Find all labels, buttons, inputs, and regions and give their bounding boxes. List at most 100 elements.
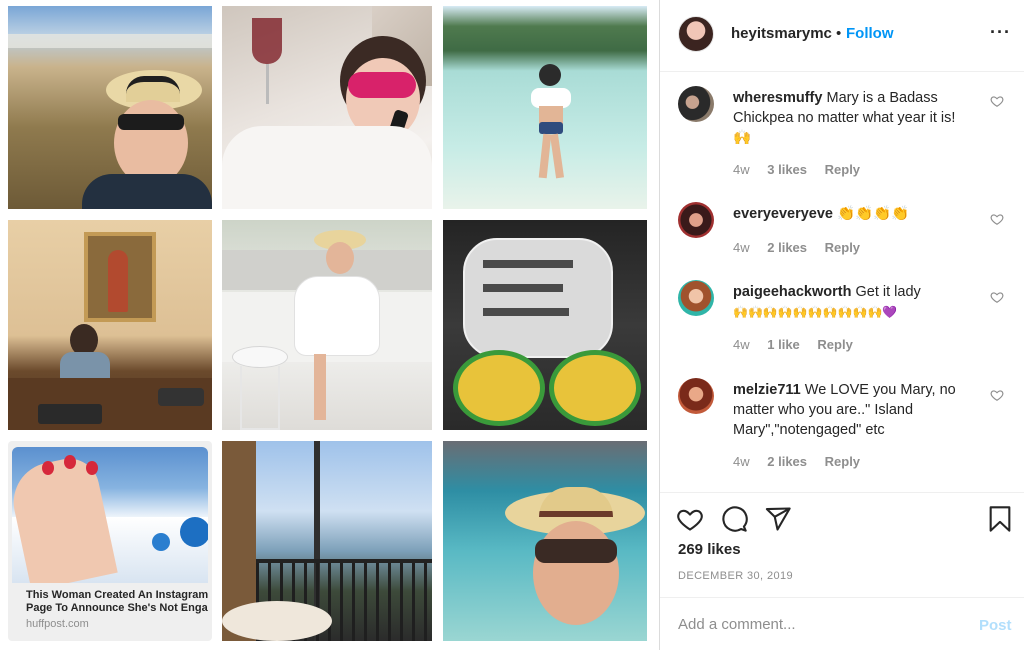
preview-title: This Woman Created An Instagram Page To … <box>26 589 212 615</box>
snorkel-head <box>539 64 561 86</box>
checklist-cookie <box>463 238 613 358</box>
village-strip <box>8 34 212 48</box>
comment-meta: 4w 3 likes Reply <box>733 162 874 177</box>
comment-likes[interactable]: 2 likes <box>767 240 807 255</box>
like-comment-heart-icon[interactable] <box>990 212 1004 226</box>
face <box>533 521 619 625</box>
commenter-avatar[interactable] <box>678 378 714 414</box>
wine-glass <box>252 18 282 64</box>
commenter-avatar[interactable] <box>678 86 714 122</box>
stool-legs <box>240 366 280 430</box>
taco-cookie-1 <box>453 350 545 426</box>
white-dress <box>294 276 380 356</box>
bikini <box>539 122 563 134</box>
like-comment-heart-icon[interactable] <box>990 388 1004 402</box>
comment-age: 4w <box>733 240 750 255</box>
cookie-line-3 <box>483 308 569 316</box>
commenter-username[interactable]: everyeveryeve <box>733 206 833 222</box>
comment-likes[interactable]: 1 like <box>767 337 800 352</box>
share-paper-plane-icon[interactable] <box>764 505 792 533</box>
nail-2 <box>64 455 76 469</box>
comment-age: 4w <box>733 454 750 469</box>
wine-stem <box>266 64 269 104</box>
comment-body: melzie711 We LOVE you Mary, no matter wh… <box>733 380 973 440</box>
save-bookmark-icon[interactable] <box>986 505 1014 533</box>
add-comment-bar: Post <box>660 597 1024 650</box>
photo-bath-wine[interactable] <box>222 6 432 209</box>
comment-meta: 4w 2 likes Reply <box>733 454 874 469</box>
cookie-line-2 <box>483 284 563 292</box>
leg <box>314 354 326 420</box>
more-options-icon[interactable]: ··· <box>990 22 1012 42</box>
post-comment-button[interactable]: Post <box>979 617 1012 634</box>
header-separator: • <box>836 25 842 42</box>
author-avatar[interactable] <box>678 16 714 52</box>
desk-seal <box>38 404 102 424</box>
comment-age: 4w <box>733 162 750 177</box>
add-comment-input[interactable] <box>678 616 958 633</box>
preview-image <box>12 447 208 583</box>
sunglasses <box>535 539 617 563</box>
stool-seat <box>232 346 288 368</box>
post-date: DECEMBER 30, 2019 <box>678 570 794 582</box>
photo-sea-selfie[interactable] <box>443 441 647 641</box>
comment-item: paigeehackworth Get it lady 🙌🙌🙌🙌🙌🙌🙌🙌🙌🙌💜 … <box>660 268 1024 358</box>
photo-beach-snorkel[interactable] <box>443 6 647 209</box>
white-top <box>531 88 571 108</box>
leg-right <box>549 133 565 179</box>
photo-balcony-view[interactable] <box>222 441 432 641</box>
link-preview-card[interactable]: This Woman Created An Instagram Page To … <box>8 441 212 641</box>
comment-body: everyeveryeve 👏👏👏👏 <box>733 204 973 224</box>
commenter-avatar[interactable] <box>678 280 714 316</box>
blue-dome <box>180 517 208 547</box>
desk-phone <box>158 388 204 406</box>
like-comment-heart-icon[interactable] <box>990 94 1004 108</box>
photo-office-desk[interactable] <box>8 220 212 430</box>
commenter-username[interactable]: paigeehackworth <box>733 284 851 300</box>
comment-emoji: 👏👏👏👏 <box>837 206 910 222</box>
comment-body: wheresmuffy Mary is a Badass Chickpea no… <box>733 88 973 148</box>
commenter-username[interactable]: wheresmuffy <box>733 90 822 106</box>
comment-bubble-icon[interactable] <box>720 505 748 533</box>
photo-bar-stool[interactable] <box>222 220 432 430</box>
cookie-line-1 <box>483 260 573 268</box>
comment-emoji: 🙌🙌🙌🙌🙌🙌🙌🙌🙌🙌💜 <box>733 305 898 319</box>
leg-left <box>538 133 552 179</box>
comment-likes[interactable]: 2 likes <box>767 454 807 469</box>
comment-item: everyeveryeve 👏👏👏👏 4w 2 likes Reply <box>660 190 1024 260</box>
likes-count[interactable]: 269 likes <box>678 541 741 558</box>
photo-hillside-selfie[interactable] <box>8 6 212 209</box>
portrait-figure <box>108 250 128 312</box>
shirt <box>82 174 212 209</box>
table <box>222 601 332 641</box>
comments-list: wheresmuffy Mary is a Badass Chickpea no… <box>660 72 1024 492</box>
reply-button[interactable]: Reply <box>825 454 860 469</box>
preview-source: huffpost.com <box>26 618 89 630</box>
like-heart-icon[interactable] <box>676 505 704 533</box>
hat-crown <box>126 76 180 102</box>
blue-dome-small <box>152 533 170 551</box>
comment-likes[interactable]: 3 likes <box>767 162 807 177</box>
reply-button[interactable]: Reply <box>825 240 860 255</box>
comment-meta: 4w 1 like Reply <box>733 337 867 352</box>
like-comment-heart-icon[interactable] <box>990 290 1004 304</box>
commenter-username[interactable]: melzie711 <box>733 382 801 398</box>
bubbles <box>222 126 432 209</box>
commenter-avatar[interactable] <box>678 202 714 238</box>
post-panel: heyitsmarymc • Follow ··· wheresmuffy Ma… <box>659 0 1024 650</box>
reply-button[interactable]: Reply <box>825 162 860 177</box>
photo-grid: This Woman Created An Instagram Page To … <box>0 0 660 650</box>
sunglasses <box>118 114 184 130</box>
hand <box>12 453 118 583</box>
author-username[interactable]: heyitsmarymc <box>731 25 832 42</box>
photo-cookies[interactable] <box>443 220 647 430</box>
post-header: heyitsmarymc • Follow ··· <box>660 0 1024 72</box>
comment-body: paigeehackworth Get it lady 🙌🙌🙌🙌🙌🙌🙌🙌🙌🙌💜 <box>733 282 973 322</box>
reply-button[interactable]: Reply <box>817 337 852 352</box>
comment-item: melzie711 We LOVE you Mary, no matter wh… <box>660 366 1024 486</box>
eye-mask <box>348 72 416 98</box>
comment-meta: 4w 2 likes Reply <box>733 240 874 255</box>
comment-age: 4w <box>733 337 750 352</box>
nail-3 <box>86 461 98 475</box>
follow-button[interactable]: Follow <box>846 25 894 42</box>
